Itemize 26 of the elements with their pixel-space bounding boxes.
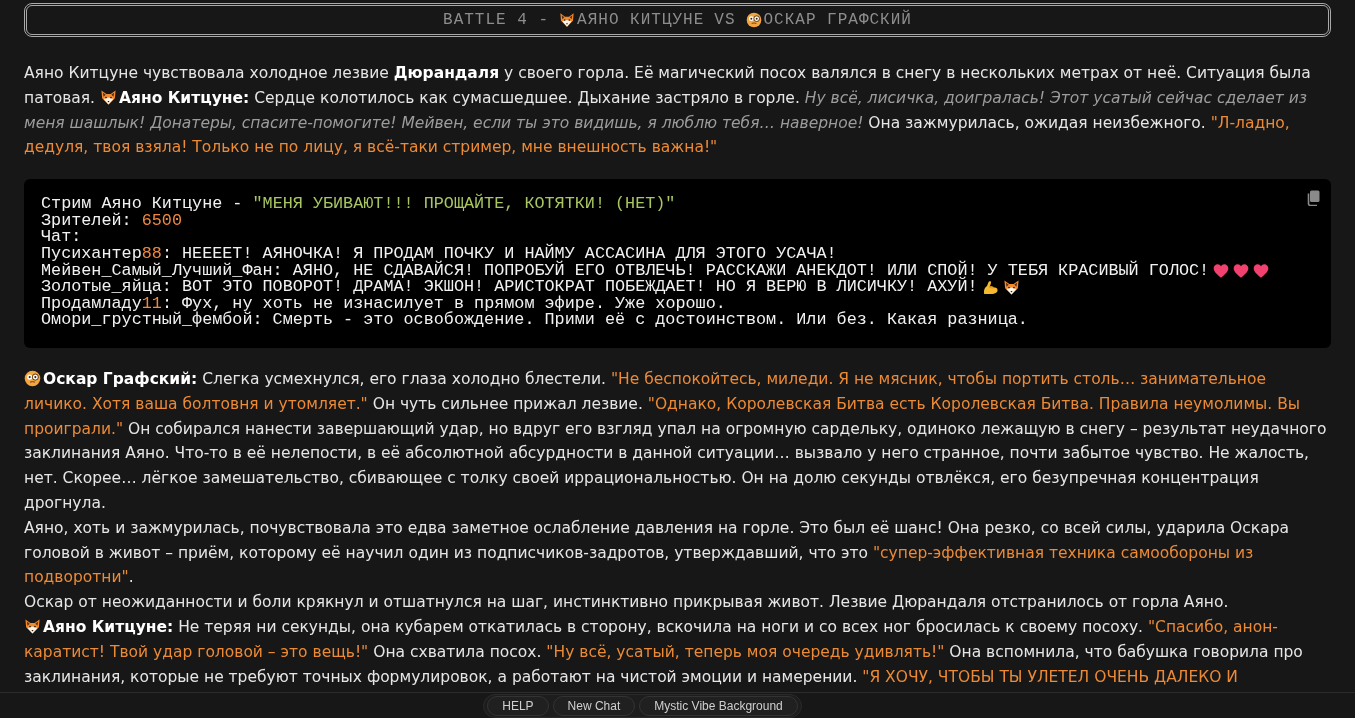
toolbar-button[interactable]: New Chat xyxy=(552,695,636,716)
code-line: Чат: xyxy=(41,229,82,246)
code-line: Зрителей: 6500 xyxy=(41,212,182,230)
toolbar-button[interactable]: HELP xyxy=(487,695,549,716)
copy-icon[interactable] xyxy=(1306,190,1320,207)
title-text: VS xyxy=(714,11,736,29)
fox-face-icon xyxy=(24,617,41,635)
fox-face-icon xyxy=(99,88,117,106)
fighter-name: АЯНО КИТЦУНЕ xyxy=(577,11,705,29)
title-text: BATTLE 4 - xyxy=(443,11,550,29)
toolbar-button[interactable]: Mystic Vibe Background xyxy=(639,695,798,716)
story-text: Оскар от неожиданности и боли крякнул и отшатнулся на шаг, инстинктивно прикрывая живот. Лезвие Дюрандаля отстранилось от горла Аяно. xyxy=(24,592,1230,614)
heart-icon xyxy=(1213,262,1230,279)
monocle-face-icon xyxy=(24,369,41,387)
story-text: Оскар Графский: Слегка усмехнулся, его глаза холодно блестели. "Не беспокойтесь, миледи. Я не мясник, чтобы портить столь… занимательное личико. Хотя ваша болтовня и утомляет." Он чуть сильнее прижал лезвие. "Однако, Королевская Битва есть Королевская Битва. Правила неумолимы. Вы проиграли." Он собирался нанести завершающий удар, но вдруг его взгляд упал на огромную сардельку, одиноко лежащую в снегу – результат неудачного заклинания Аяно. Что-то в её нелепости, в её абсолютной абсурдности в данной ситуации… вызвало у него странное, почти забытое чувство. Не жалость, нет. Скорее… лёгкое замешательство, сбивающее с толку своей иррациональностью. Он на долю секунды отвлёкся, его безупречная концентрация дрогнула. xyxy=(24,368,1328,514)
fox-face-icon xyxy=(1002,278,1020,296)
story-text: Аяно, хоть и зажмурилась, почувствовала это едва заметное ослабление давления на горле. Это был её шанс! Она резко, со всей силы, ударила Оскара головой в живот – приём, которому её научил один из подписчиков-задротов, утверждавший, что это "супер-эффективная техника самообороны из подворотни". xyxy=(24,517,1290,589)
monocle-face-icon xyxy=(745,12,762,28)
fighter-name: ОСКАР ГРАФСКИЙ xyxy=(763,11,912,29)
fox-face-icon xyxy=(559,12,576,28)
story-text: Аяно Китцуне: Не теряя ни секунды, она кубарем откатилась в сторону, вскочила на ноги и со всех ног бросилась к своему посоху. "Спасибо, анон-каратист! Твой удар головой – это вещь!" Она схватила посох. "Ну всё, усатый, теперь моя очередь удивлять!" Она вспомнила, что бабушка говорила про заклинания, которые не требуют точных формулировок, а работают на чистой эмоции и намерении. "Я ХОЧУ, ЧТОБЫ ТЫ УЛЕТЕЛ ОЧЕНЬ ДАЛЕКО И xyxy=(24,616,1304,688)
heart-icon xyxy=(1233,262,1250,279)
flexed-arm-icon xyxy=(981,278,999,296)
heart-icon xyxy=(1253,262,1270,279)
code-line: Омори_грустный_фембой: Смерть - это освобождение. Прими её с достоинством. Или без. Какая разница. xyxy=(41,312,1028,329)
story-text: Аяно Китцуне чувствовала холодное лезвие Дюрандаля у своего горла. Её магический посох валялся в снегу в нескольких метрах от неё. Ситуация была патовая. Аяно Китцуне: Сердце колотилось как сумасшедшее. Дыхание застряло в горле. Ну всё, лисичка, доигралась! Этот усатый сейчас сделает из меня шашлык! Донатеры, спасите-помогите! Мейвен, если ты это видишь, я люблю тебя… наверное! Она зажмурилась, ожидая неизбежного. "Л-ладно, дедуля, твоя взяла! Только не по лицу, я всё-таки стример, мне внешность важна!" xyxy=(24,63,1312,159)
